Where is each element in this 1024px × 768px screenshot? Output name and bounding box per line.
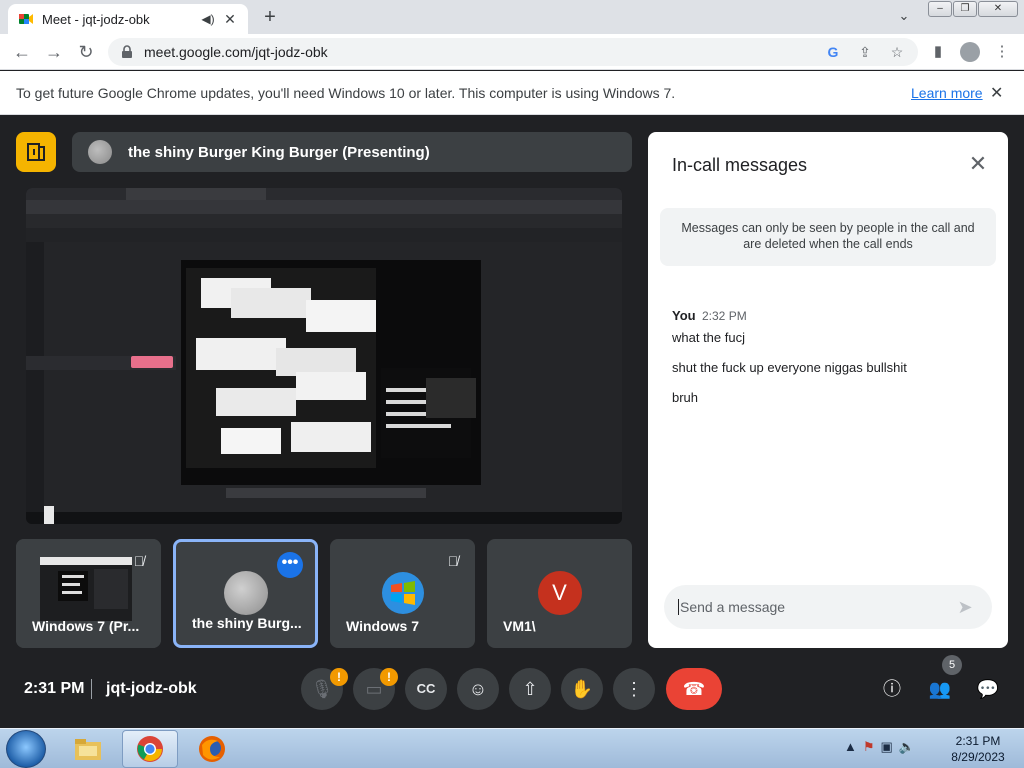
- meet-activity-icon[interactable]: [16, 132, 56, 172]
- infobar-close-icon[interactable]: ✕: [990, 83, 1003, 103]
- mic-off-icon: 🎙̸: [133, 553, 145, 569]
- explorer-taskbar-icon[interactable]: [60, 730, 116, 768]
- chrome-icon: [137, 736, 163, 762]
- initial-avatar: V: [537, 571, 582, 615]
- call-time: 2:31 PM: [24, 680, 85, 697]
- participant-tile[interactable]: V VM1\: [487, 539, 632, 648]
- participant-avatar: [223, 571, 268, 615]
- presenter-banner: the shiny Burger King Burger (Presenting…: [72, 132, 632, 172]
- url-text: meet.google.com/jqt-jodz-obk: [144, 44, 328, 60]
- windows-logo-icon: [381, 572, 424, 614]
- people-icon[interactable]: 👥: [925, 674, 955, 704]
- profile-avatar[interactable]: [958, 40, 982, 64]
- kebab-menu-icon[interactable]: ⋮: [990, 40, 1014, 64]
- more-options-button[interactable]: ⋮: [613, 668, 655, 710]
- chat-panel: In-call messages ✕ Messages can only be …: [648, 132, 1008, 648]
- new-tab-button[interactable]: +: [258, 6, 282, 30]
- speaker-icon[interactable]: ◀): [200, 11, 216, 27]
- screen-share-view: [26, 188, 622, 524]
- chat-message: what the fucj: [672, 330, 745, 345]
- captions-button[interactable]: CC: [405, 668, 447, 710]
- leave-call-button[interactable]: ☎: [666, 668, 722, 710]
- participant-tile[interactable]: 🎙̸ Windows 7 (Pr...: [16, 539, 161, 648]
- network-icon[interactable]: ▣: [881, 739, 893, 755]
- reload-icon[interactable]: ↻: [74, 40, 98, 64]
- chat-message: bruh: [672, 390, 699, 405]
- folder-icon: [75, 739, 101, 760]
- system-tray: ▲ ⚑ ▣ 🔈: [844, 739, 915, 755]
- divider: [91, 679, 92, 699]
- meet-call-area: the shiny Burger King Burger (Presenting…: [0, 116, 1024, 728]
- more-options-icon[interactable]: •••: [277, 552, 303, 578]
- chat-notice: Messages can only be seen by people in t…: [660, 208, 996, 266]
- window-close-button[interactable]: ✕: [978, 1, 1018, 17]
- message-time: 2:32 PM: [702, 309, 747, 323]
- minimize-button[interactable]: –: [928, 1, 952, 17]
- participant-tile[interactable]: ••• the shiny Burg...: [173, 539, 318, 648]
- chat-input-placeholder: Send a message: [680, 599, 786, 615]
- firefox-taskbar-icon[interactable]: [184, 730, 240, 768]
- tile-label: the shiny Burg...: [192, 615, 302, 631]
- meeting-details-icon[interactable]: ⓘ: [877, 674, 907, 704]
- start-button[interactable]: [6, 730, 46, 768]
- chat-input[interactable]: Send a message ➤: [664, 585, 992, 629]
- tab-strip: Meet - jqt-jodz-obk ◀) ✕ + ⌄ – ❐ ✕: [0, 0, 1024, 34]
- tile-label: Windows 7: [346, 618, 419, 634]
- chat-icon[interactable]: 💬: [973, 674, 1003, 704]
- participant-tile[interactable]: 🎙̸ Windows 7: [330, 539, 475, 648]
- emoji-button[interactable]: ☺: [457, 668, 499, 710]
- camera-warning-icon: !: [380, 668, 398, 686]
- mic-off-icon: 🎙̸: [447, 553, 459, 569]
- meet-favicon-icon: [19, 14, 33, 24]
- system-date: 8/29/2023: [951, 750, 1005, 764]
- send-icon[interactable]: ➤: [950, 592, 980, 622]
- browser-toolbar: ← → ↻ meet.google.com/jqt-jodz-obk G ⇪ ☆…: [0, 34, 1024, 70]
- back-arrow-icon[interactable]: ←: [10, 40, 34, 64]
- chat-title: In-call messages: [672, 155, 808, 175]
- firefox-icon: [199, 736, 225, 762]
- message-sender: You: [672, 308, 696, 323]
- restore-button[interactable]: ❐: [953, 1, 977, 17]
- learn-more-link[interactable]: Learn more: [911, 85, 983, 101]
- side-panel-icon[interactable]: ▮: [926, 40, 950, 64]
- tab-title: Meet - jqt-jodz-obk: [42, 11, 150, 27]
- system-time: 2:31 PM: [955, 734, 1001, 748]
- system-clock[interactable]: 2:31 PM 8/29/2023: [940, 733, 1016, 765]
- shared-screen-image: [26, 188, 622, 524]
- present-screen-button[interactable]: ⇧: [509, 668, 551, 710]
- door-icon: [27, 143, 45, 161]
- presenter-name: the shiny Burger King Burger (Presenting…: [128, 143, 430, 161]
- volume-icon[interactable]: 🔈: [899, 739, 915, 755]
- tab-close-icon[interactable]: ✕: [222, 11, 238, 27]
- tile-label: VM1\: [503, 618, 536, 634]
- people-count-badge: 5: [942, 655, 962, 675]
- chrome-taskbar-icon[interactable]: [122, 730, 178, 768]
- text-caret: [678, 599, 679, 615]
- bookmark-star-icon[interactable]: ☆: [886, 41, 908, 63]
- tray-expand-icon[interactable]: ▲: [844, 739, 857, 755]
- raise-hand-button[interactable]: ✋: [561, 668, 603, 710]
- chat-message: shut the fuck up everyone niggas bullshi…: [672, 360, 907, 375]
- presenter-avatar: [88, 140, 112, 164]
- update-infobar: To get future Google Chrome updates, you…: [0, 71, 1024, 115]
- lock-icon: [122, 45, 132, 58]
- chat-close-icon[interactable]: ✕: [964, 150, 992, 178]
- meeting-code: jqt-jodz-obk: [106, 680, 197, 697]
- forward-arrow-icon[interactable]: →: [42, 40, 66, 64]
- chevron-down-icon[interactable]: ⌄: [894, 8, 914, 26]
- google-icon[interactable]: G: [822, 41, 844, 63]
- mic-warning-icon: !: [330, 668, 348, 686]
- browser-tab[interactable]: Meet - jqt-jodz-obk ◀) ✕: [8, 4, 248, 34]
- infobar-message: To get future Google Chrome updates, you…: [16, 85, 676, 101]
- address-bar[interactable]: meet.google.com/jqt-jodz-obk G ⇪ ☆: [108, 38, 918, 66]
- windows-taskbar: ▲ ⚑ ▣ 🔈 2:31 PM 8/29/2023: [0, 728, 1024, 768]
- action-center-flag-icon[interactable]: ⚑: [863, 739, 875, 755]
- tile-label: Windows 7 (Pr...: [32, 618, 140, 634]
- share-icon[interactable]: ⇪: [854, 41, 876, 63]
